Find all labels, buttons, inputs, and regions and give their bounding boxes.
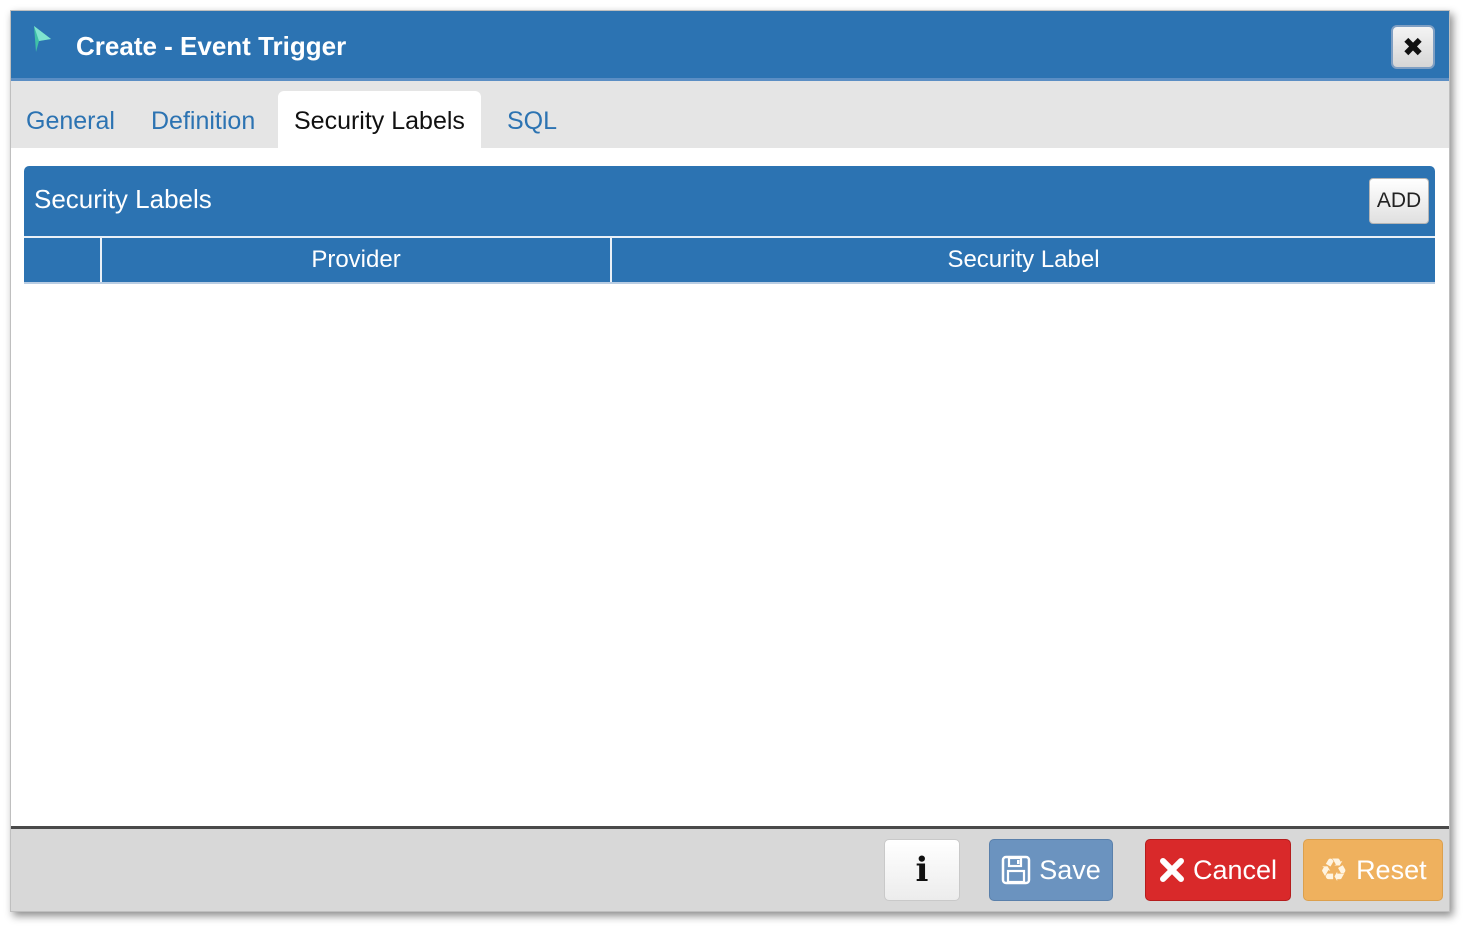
close-icon: ✖ (1402, 31, 1424, 62)
tab-sql[interactable]: SQL (507, 91, 557, 148)
recycle-icon: ♻ (1319, 851, 1349, 889)
x-mark-icon (1159, 857, 1185, 883)
floppy-disk-icon (1001, 855, 1031, 885)
dialog-footer: i Save Cancel ♻ Reset (11, 826, 1449, 911)
dialog-titlebar[interactable]: Create - Event Trigger ✖ (11, 11, 1449, 81)
cancel-button[interactable]: Cancel (1145, 839, 1291, 901)
tab-security-labels[interactable]: Security Labels (278, 91, 481, 148)
info-icon: i (915, 850, 929, 890)
save-label: Save (1039, 854, 1101, 885)
security-labels-panel: Security Labels ADD Provider Security La… (24, 166, 1435, 284)
column-header-actions (24, 238, 102, 282)
save-button[interactable]: Save (989, 839, 1113, 901)
panel-header: Security Labels ADD (24, 166, 1435, 236)
reset-label: Reset (1356, 854, 1427, 885)
add-button[interactable]: ADD (1369, 178, 1429, 224)
info-button[interactable]: i (884, 839, 960, 901)
cancel-label: Cancel (1192, 854, 1278, 885)
tab-bar: General Definition Security Labels SQL (11, 81, 1449, 148)
tab-definition[interactable]: Definition (151, 91, 255, 148)
panel-title: Security Labels (34, 184, 212, 214)
column-header-security-label[interactable]: Security Label (612, 238, 1435, 282)
dialog-title: Create - Event Trigger (76, 31, 347, 61)
event-trigger-icon (31, 25, 53, 53)
create-event-trigger-dialog: Create - Event Trigger ✖ General Definit… (10, 10, 1450, 912)
close-button[interactable]: ✖ (1391, 25, 1435, 69)
reset-button[interactable]: ♻ Reset (1303, 839, 1443, 901)
grid-header: Provider Security Label (24, 236, 1435, 284)
column-header-provider[interactable]: Provider (102, 238, 612, 282)
tab-general[interactable]: General (26, 91, 115, 148)
